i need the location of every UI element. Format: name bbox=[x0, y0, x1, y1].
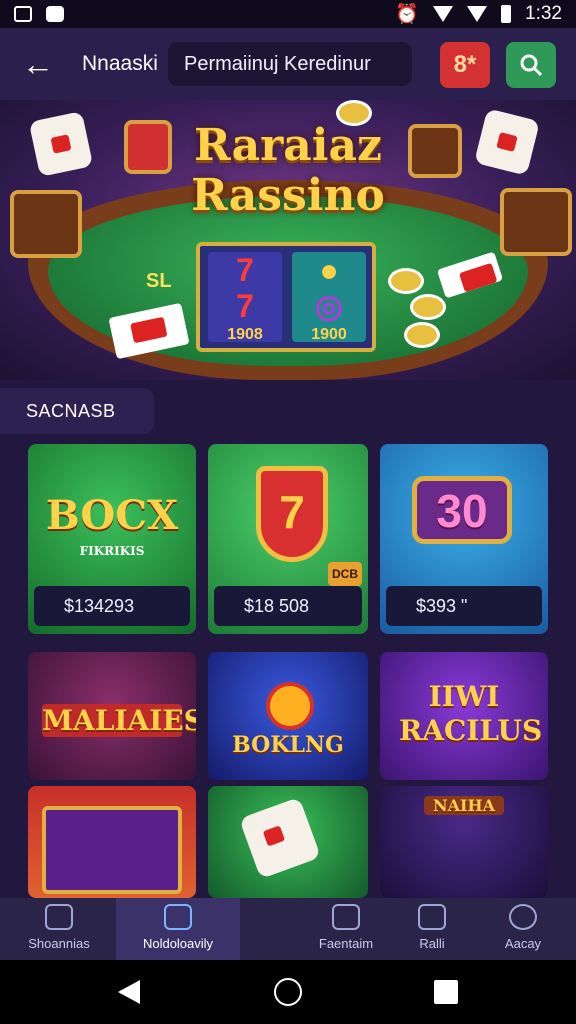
search-field[interactable]: Permaiinuj Keredinur bbox=[168, 42, 412, 86]
game-title: 30 bbox=[436, 485, 488, 537]
system-nav-bar bbox=[0, 960, 576, 1024]
status-time: 1:32 bbox=[525, 3, 562, 24]
search-icon bbox=[520, 54, 543, 77]
game-badge: DCB bbox=[328, 562, 362, 586]
search-button[interactable] bbox=[506, 42, 556, 88]
price-text: $134293 bbox=[64, 595, 135, 616]
game-subtitle: FIKRIKIS bbox=[79, 544, 145, 558]
game-tile[interactable]: MALIAIES bbox=[28, 652, 196, 780]
nav-label: Faentaim bbox=[318, 936, 374, 951]
battery-icon bbox=[501, 5, 512, 23]
game-title: MALIAIES bbox=[42, 704, 196, 737]
game-title: BOKLNG bbox=[232, 732, 344, 758]
game-title: 7 bbox=[279, 486, 305, 538]
back-arrow-icon[interactable]: ← bbox=[22, 46, 54, 82]
camera-icon bbox=[45, 904, 73, 930]
slot-machine: 7 7 1908 ● ◎ 1900 bbox=[196, 242, 376, 352]
game-tile[interactable]: NAIHA bbox=[380, 786, 548, 898]
ring-icon: ◎ bbox=[315, 288, 343, 324]
nav-item-ralli[interactable]: Ralli bbox=[404, 898, 460, 960]
app-bar: ← Nnaaski Permaiinuj Keredinur 8* bbox=[0, 28, 576, 100]
game-price: $134293 bbox=[34, 586, 190, 626]
game-tile[interactable]: 30 $393 " bbox=[380, 444, 548, 634]
hero-banner[interactable]: SL 7 7 1908 ● ◎ 1900 Raraiaz Rassino bbox=[0, 100, 576, 380]
game-title: IIWI RACILUS bbox=[399, 680, 543, 747]
nav-item-aacay[interactable]: Aacay bbox=[492, 898, 554, 960]
system-back-icon[interactable] bbox=[118, 980, 140, 1004]
promo-button-label: 8* bbox=[453, 51, 477, 78]
plaque-icon: 30 bbox=[412, 476, 512, 544]
reel-symbol: 7 bbox=[236, 288, 254, 324]
section-label: SACNASB bbox=[0, 388, 154, 434]
game-title: BOCX bbox=[45, 492, 179, 539]
game-price: $393 " bbox=[386, 586, 542, 626]
game-tile[interactable]: BOCX FIKRIKIS $134293 bbox=[28, 444, 196, 634]
group-icon bbox=[418, 904, 446, 930]
price-text: $18 508 bbox=[244, 595, 310, 616]
chip-icon bbox=[388, 268, 424, 294]
nav-label: Shoannias bbox=[28, 936, 90, 951]
nav-label: Aacay bbox=[504, 936, 542, 951]
reel-amount: 1908 bbox=[227, 326, 263, 343]
hero-title-line1: Raraiaz bbox=[194, 120, 382, 171]
game-tile[interactable] bbox=[28, 786, 196, 898]
nav-item-faentaim[interactable]: Faentaim bbox=[300, 898, 392, 960]
slot-reel: ● ◎ 1900 bbox=[292, 252, 366, 343]
game-title: NAIHA bbox=[424, 796, 504, 815]
search-icon bbox=[509, 904, 537, 930]
bottom-nav: Shoannias Noldoloavily Faentaim Ralli Aa… bbox=[0, 898, 576, 960]
nav-label: Ralli bbox=[419, 936, 445, 951]
game-tile[interactable]: BOKLNG bbox=[208, 652, 368, 780]
slot-reels-icon bbox=[42, 806, 182, 894]
dice-icon bbox=[238, 796, 322, 880]
chip-icon bbox=[410, 294, 446, 320]
system-recents-icon[interactable] bbox=[434, 980, 458, 1004]
hero-title-line2: Rassino bbox=[191, 170, 385, 221]
ball-icon bbox=[266, 682, 314, 730]
game-tile[interactable] bbox=[208, 786, 368, 898]
list-icon bbox=[164, 904, 192, 930]
shield-icon: 7 bbox=[256, 466, 328, 562]
cherry-icon: ● bbox=[319, 252, 339, 288]
app-notification-icon bbox=[46, 6, 64, 22]
signal-icon bbox=[467, 6, 488, 22]
chip-icon bbox=[404, 322, 440, 348]
promo-button[interactable]: 8* bbox=[440, 42, 490, 88]
app-title: Nnaaski bbox=[82, 52, 158, 75]
status-bar: ⏰ 1:32 bbox=[0, 0, 576, 28]
nav-label: Noldoloavily bbox=[142, 936, 214, 951]
alarm-icon: ⏰ bbox=[395, 4, 420, 25]
nav-item-noldoloavily[interactable]: Noldoloavily bbox=[116, 898, 240, 960]
system-home-icon[interactable] bbox=[274, 978, 302, 1006]
game-tile[interactable]: IIWI RACILUS bbox=[380, 652, 548, 780]
wifi-icon bbox=[433, 6, 454, 22]
image-notification-icon bbox=[14, 6, 32, 22]
slot-reel: 7 7 1908 bbox=[208, 252, 282, 343]
price-text: $393 " bbox=[416, 595, 468, 616]
reel-amount: 1900 bbox=[311, 326, 347, 343]
table-text: SL bbox=[146, 270, 172, 292]
ticket-icon bbox=[332, 904, 360, 930]
search-text: Permaiinuj Keredinur bbox=[184, 52, 371, 75]
game-tile[interactable]: 7 DCB $18 508 bbox=[208, 444, 368, 634]
game-price: $18 508 bbox=[214, 586, 362, 626]
nav-item-shoannias[interactable]: Shoannias bbox=[14, 898, 104, 960]
reel-symbol: 7 bbox=[236, 252, 254, 288]
